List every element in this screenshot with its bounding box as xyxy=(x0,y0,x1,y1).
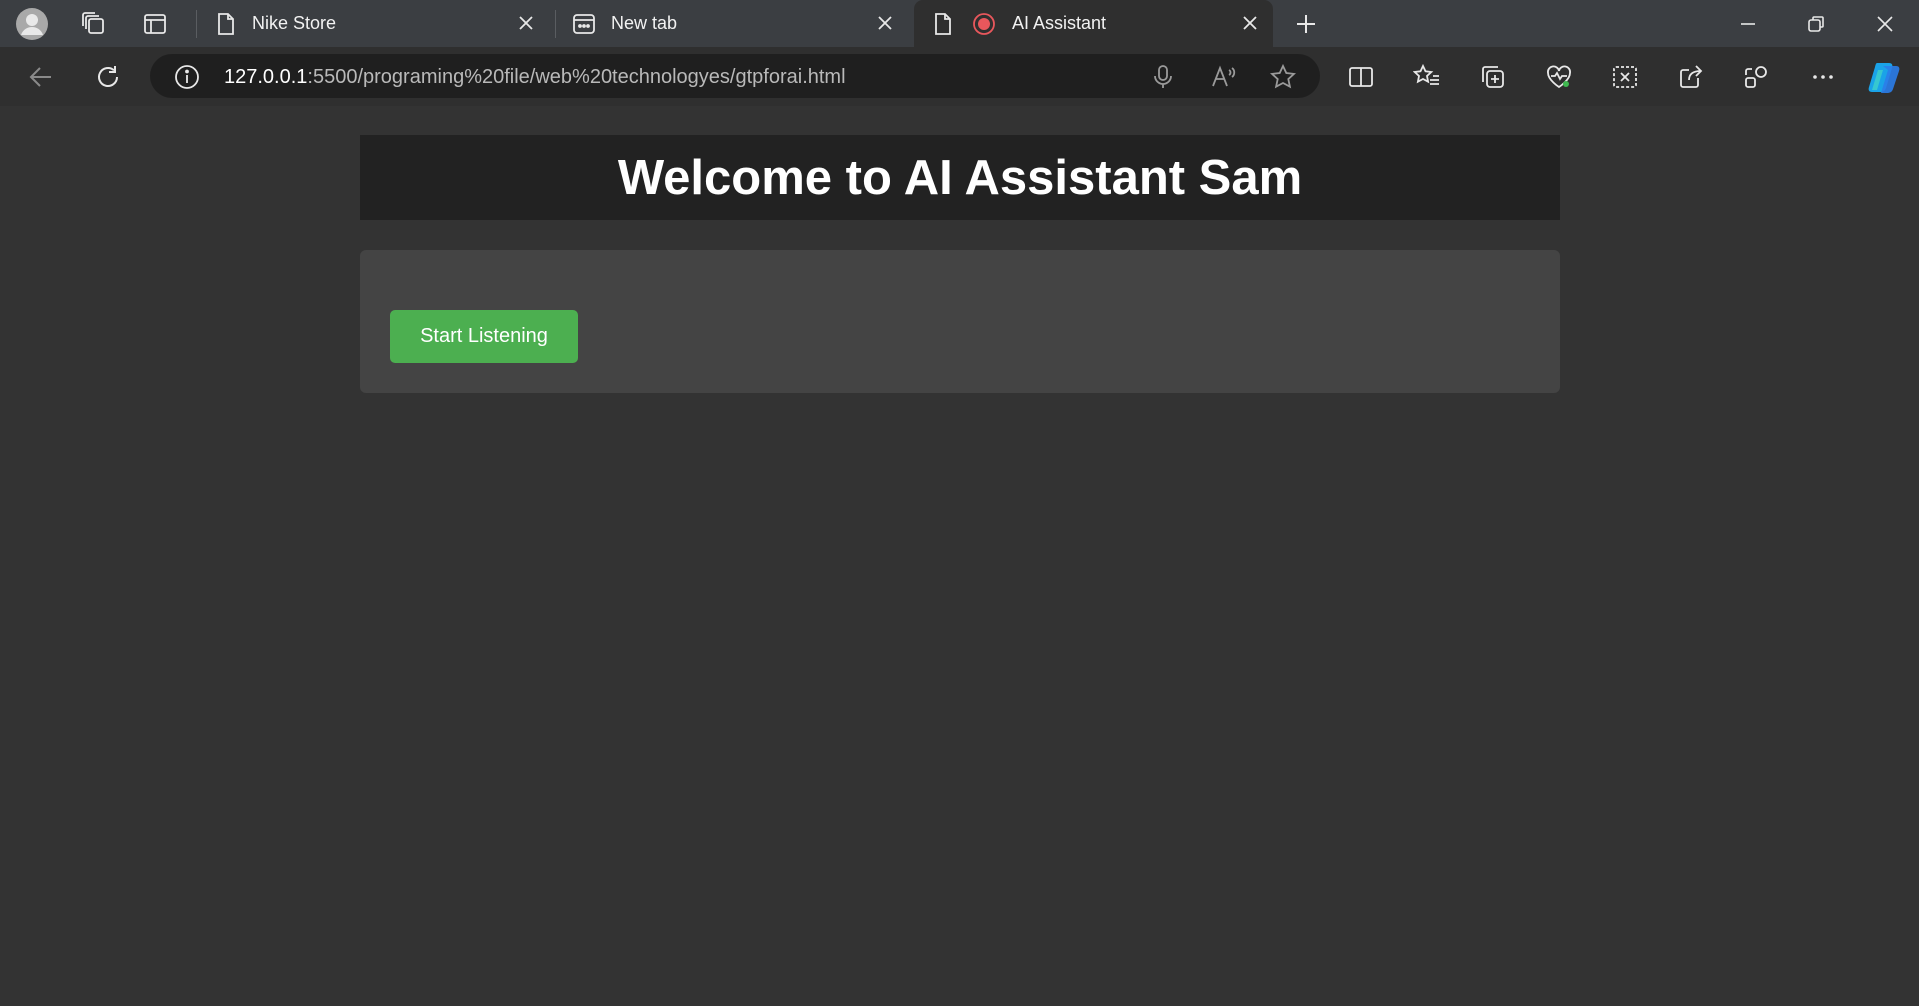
favorite-star-icon[interactable] xyxy=(1269,63,1297,90)
profile-avatar-icon[interactable] xyxy=(14,6,50,42)
share-icon[interactable] xyxy=(1672,58,1710,96)
recording-icon xyxy=(972,12,996,36)
browser-essentials-icon[interactable] xyxy=(1540,58,1578,96)
back-arrow-icon[interactable] xyxy=(22,58,60,96)
workspaces-icon[interactable] xyxy=(75,6,111,42)
microphone-icon[interactable] xyxy=(1150,64,1176,90)
new-tab-icon xyxy=(572,12,595,36)
more-options-icon[interactable] xyxy=(1804,58,1842,96)
screenshot-icon[interactable] xyxy=(1606,58,1644,96)
page-icon xyxy=(932,12,954,36)
tab-new-tab[interactable]: New tab xyxy=(556,0,908,47)
page-title: Welcome to AI Assistant Sam xyxy=(617,150,1303,205)
extensions-icon[interactable] xyxy=(1738,58,1776,96)
page-viewport: Welcome to AI Assistant Sam Start Listen… xyxy=(6,106,1919,1006)
window-close-icon[interactable] xyxy=(1852,0,1918,47)
url-host: 127.0.0.1 xyxy=(224,66,308,88)
close-icon[interactable] xyxy=(1239,12,1261,34)
close-icon[interactable] xyxy=(874,12,896,34)
copilot-icon[interactable] xyxy=(1866,58,1904,96)
start-listening-button[interactable]: Start Listening xyxy=(390,310,578,363)
collections-icon[interactable] xyxy=(1474,58,1512,96)
new-tab-plus-icon[interactable] xyxy=(1288,6,1324,42)
page-header: Welcome to AI Assistant Sam xyxy=(360,135,1560,220)
tab-title: New tab xyxy=(611,13,678,33)
split-screen-icon[interactable] xyxy=(1342,58,1380,96)
browser-toolbar: 127.0.0.1:5500/programing%20file/web%20t… xyxy=(0,47,1919,106)
tab-actions-icon[interactable] xyxy=(137,6,173,42)
url-path: :5500/programing%20file/web%20technology… xyxy=(307,66,846,88)
page-icon xyxy=(215,12,237,36)
address-bar[interactable]: 127.0.0.1:5500/programing%20file/web%20t… xyxy=(150,54,1320,98)
minimize-icon[interactable] xyxy=(1715,0,1781,47)
restore-icon[interactable] xyxy=(1783,0,1849,47)
tab-strip: Nike Store New tab AI Assistant xyxy=(0,0,1919,47)
read-aloud-icon[interactable] xyxy=(1210,64,1236,90)
browser-window: Nike Store New tab AI Assistant 127.0.0.… xyxy=(0,0,1919,1006)
tab-title: AI Assistant xyxy=(1012,13,1107,33)
tab-title: Nike Store xyxy=(252,13,337,33)
favorites-icon[interactable] xyxy=(1408,58,1446,96)
refresh-icon[interactable] xyxy=(89,58,127,96)
control-panel: Start Listening xyxy=(360,250,1560,393)
tab-nike-store[interactable]: Nike Store xyxy=(197,0,549,47)
close-icon[interactable] xyxy=(515,12,537,34)
site-info-icon[interactable] xyxy=(174,64,199,89)
url-text[interactable]: 127.0.0.1:5500/programing%20file/web%20t… xyxy=(224,66,846,89)
tab-ai-assistant[interactable]: AI Assistant xyxy=(914,0,1273,47)
